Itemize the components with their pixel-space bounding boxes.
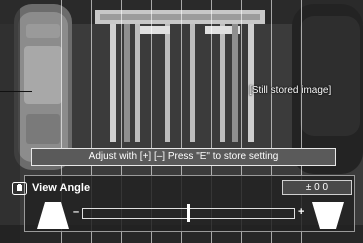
view-angle-label: View Angle — [32, 182, 91, 194]
still-stored-image-label: [Still stored image] — [249, 85, 332, 96]
camera-icon — [12, 182, 27, 195]
instruction-bar: Adjust with [+] [–] Press "E" to store s… — [31, 148, 336, 166]
wide-view-angle-icon[interactable] — [311, 201, 345, 230]
view-angle-value: ± 0 0 — [282, 180, 352, 195]
narrow-view-angle-icon[interactable] — [36, 201, 70, 230]
instruction-text: Adjust with [+] [–] Press "E" to store s… — [88, 151, 279, 162]
plus-label: + — [298, 206, 305, 218]
callout-line — [0, 91, 32, 92]
minus-label: – — [73, 206, 80, 218]
slider-knob[interactable] — [187, 204, 190, 222]
panel-header: View Angle — [12, 182, 90, 195]
camera-view-screen: [Still stored image] Adjust with [+] [–]… — [0, 0, 363, 243]
